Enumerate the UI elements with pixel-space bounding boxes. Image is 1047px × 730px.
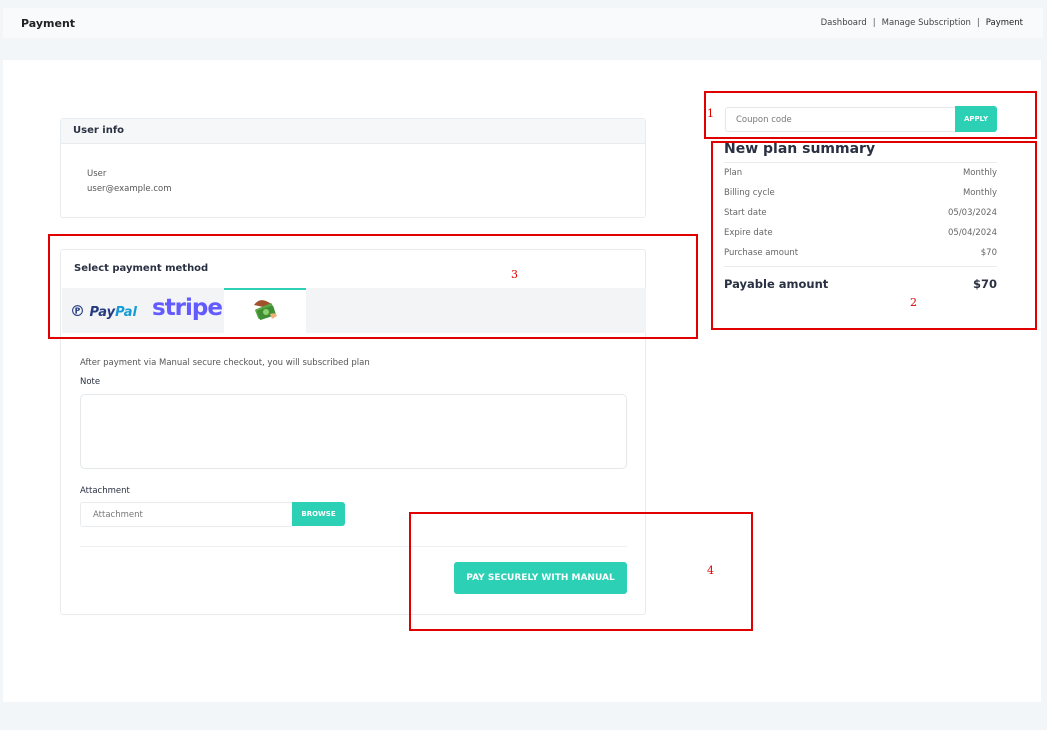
- annotation-label-3: 3: [511, 268, 518, 281]
- top-bar: Payment Dashboard | Manage Subscription | Pa…: [3, 8, 1043, 38]
- user-info-card: User info User user@example.com: [60, 118, 646, 218]
- annotation-box-1: [704, 91, 1037, 139]
- payment-info-text: After payment via Manual secure checkout…: [80, 358, 370, 368]
- user-info-heading: User info: [61, 119, 645, 144]
- user-email: user@example.com: [87, 184, 172, 194]
- browse-button[interactable]: BROWSE: [292, 502, 345, 526]
- annotation-label-2: 2: [910, 296, 917, 309]
- page-title: Payment: [21, 17, 76, 30]
- breadcrumb-separator: |: [872, 18, 876, 28]
- breadcrumb-dashboard-link[interactable]: Dashboard: [821, 18, 867, 28]
- annotation-box-2: [711, 141, 1037, 330]
- annotation-box-4: [409, 512, 753, 631]
- annotation-label-1: 1: [707, 107, 714, 120]
- breadcrumb-separator: |: [976, 18, 980, 28]
- breadcrumb-manage-subscription-link[interactable]: Manage Subscription: [882, 18, 971, 28]
- breadcrumb-current: Payment: [985, 18, 1023, 28]
- attachment-input[interactable]: [80, 502, 292, 527]
- note-label: Note: [80, 377, 101, 387]
- annotation-box-3: [48, 234, 698, 339]
- user-name: User: [87, 169, 107, 179]
- breadcrumb: Dashboard | Manage Subscription | Payment: [821, 18, 1023, 28]
- note-textarea[interactable]: [80, 394, 627, 469]
- attachment-label: Attachment: [80, 486, 130, 496]
- annotation-label-4: 4: [707, 564, 714, 577]
